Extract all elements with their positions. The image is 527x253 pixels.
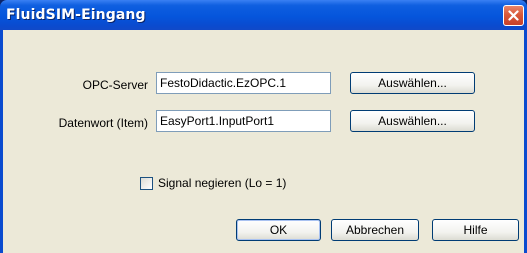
data-word-input[interactable]: EasyPort1.InputPort1 xyxy=(156,110,331,132)
help-button[interactable]: Hilfe xyxy=(432,219,519,241)
ok-button[interactable]: OK xyxy=(236,219,321,241)
negate-signal-label[interactable]: Signal negieren (Lo = 1) xyxy=(158,176,286,190)
close-button[interactable] xyxy=(503,5,524,26)
data-word-select-button[interactable]: Auswählen... xyxy=(350,110,475,132)
opc-server-input[interactable]: FestoDidactic.EzOPC.1 xyxy=(156,72,331,94)
opc-server-select-button[interactable]: Auswählen... xyxy=(350,72,475,94)
cancel-button[interactable]: Abbrechen xyxy=(331,219,419,241)
window-title: FluidSIM-Eingang xyxy=(6,7,146,23)
title-bar[interactable]: FluidSIM-Eingang xyxy=(0,0,527,30)
close-icon xyxy=(508,10,519,21)
negate-signal-checkbox[interactable] xyxy=(140,177,153,190)
data-word-label: Datenwort (Item) xyxy=(58,116,148,130)
opc-server-label: OPC-Server xyxy=(82,78,148,92)
dialog-window: FluidSIM-Eingang OPC-Server FestoDidacti… xyxy=(0,0,527,253)
